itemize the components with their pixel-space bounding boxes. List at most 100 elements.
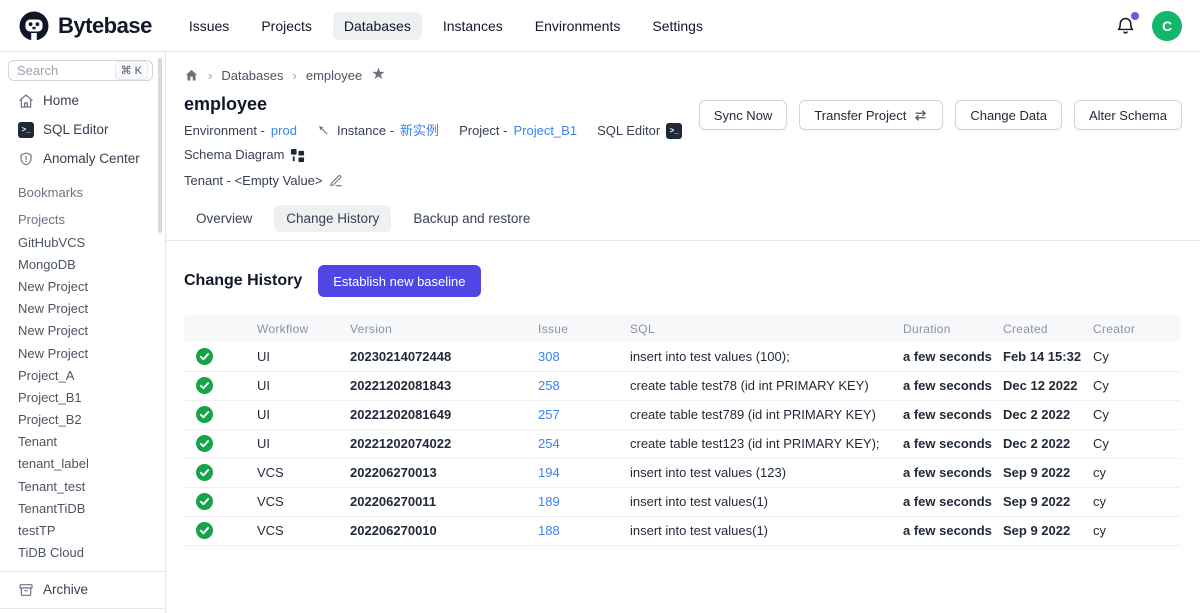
sidebar-item-archive[interactable]: Archive xyxy=(0,577,165,603)
database-meta-line-2: Tenant - <Empty Value> xyxy=(184,171,699,191)
created-cell: Dec 12 2022 xyxy=(1003,371,1093,400)
bookmark-star-icon[interactable]: ★ xyxy=(371,67,385,83)
issue-link[interactable]: 189 xyxy=(538,494,560,509)
sidebar-item-project-b1[interactable]: Project_B1 xyxy=(0,386,165,408)
history-row-20221202074022[interactable]: UI 20221202074022 254 create table test1… xyxy=(184,429,1180,458)
sidebar-item-tenant-label[interactable]: tenant_label xyxy=(0,453,165,475)
page-actions: Sync Now Transfer Project Change Data xyxy=(699,100,1182,130)
sidebar-item-mongodb[interactable]: MongoDB xyxy=(0,253,165,275)
projects-section-label: Projects xyxy=(0,212,165,227)
sidebar-item-anomaly-center[interactable]: Anomaly Center xyxy=(0,144,165,173)
tab-backup-and-restore[interactable]: Backup and restore xyxy=(401,205,542,232)
history-row-20230214072448[interactable]: UI 20230214072448 308 insert into test v… xyxy=(184,342,1180,371)
issue-link[interactable]: 194 xyxy=(538,465,560,480)
alter-schema-button[interactable]: Alter Schema xyxy=(1074,100,1182,130)
sidebar-item-tenanttidb[interactable]: TenantTiDB xyxy=(0,497,165,519)
creator-cell: Cy xyxy=(1093,371,1180,400)
notification-dot xyxy=(1131,12,1139,20)
issue-link[interactable]: 254 xyxy=(538,436,560,451)
sidebar-item-new-project[interactable]: New Project xyxy=(0,275,165,297)
top-nav-projects[interactable]: Projects xyxy=(250,12,323,40)
plan-label[interactable]: Enterprise Plan xyxy=(0,608,165,613)
top-bar: Bytebase Issues Projects Databases Insta… xyxy=(0,0,1200,52)
issue-link[interactable]: 258 xyxy=(538,378,560,393)
sql-cell: create table test789 (id int PRIMARY KEY… xyxy=(630,400,903,429)
top-nav-environments[interactable]: Environments xyxy=(524,12,632,40)
shield-icon xyxy=(18,151,34,167)
column-header-workflow: Workflow xyxy=(257,315,350,342)
workflow-cell: VCS xyxy=(257,458,350,487)
search-input[interactable] xyxy=(17,63,103,78)
user-avatar[interactable]: C xyxy=(1152,11,1182,41)
sidebar-item-tenant-test[interactable]: Tenant_test xyxy=(0,475,165,497)
history-row-202206270011[interactable]: VCS 202206270011 189 insert into test va… xyxy=(184,487,1180,516)
creator-cell: cy xyxy=(1093,516,1180,545)
sidebar-item-tidb-cloud[interactable]: TiDB Cloud xyxy=(0,542,165,564)
top-nav-instances[interactable]: Instances xyxy=(432,12,514,40)
environment-link[interactable]: prod xyxy=(271,121,297,141)
database-meta-line-1: Environment - prod Instance - 新实例 Projec… xyxy=(184,121,699,165)
brand-name: Bytebase xyxy=(58,13,152,39)
sql-editor-icon[interactable]: >_ xyxy=(666,123,682,139)
sidebar-item-tenant[interactable]: Tenant xyxy=(0,431,165,453)
bytebase-logo[interactable]: Bytebase xyxy=(18,10,152,42)
page-title: employee xyxy=(184,94,699,115)
sidebar-item-testtp[interactable]: testTP xyxy=(0,519,165,541)
home-icon xyxy=(18,93,34,109)
issue-link[interactable]: 257 xyxy=(538,407,560,422)
main-content: › Databases › employee ★ employee Enviro… xyxy=(166,52,1200,613)
tab-overview[interactable]: Overview xyxy=(184,205,264,232)
tab-change-history[interactable]: Change History xyxy=(274,205,391,232)
duration-cell: a few seconds xyxy=(903,429,1003,458)
workflow-cell: UI xyxy=(257,429,350,458)
terminal-icon: >_ xyxy=(18,122,34,138)
transfer-project-button[interactable]: Transfer Project xyxy=(799,100,943,130)
sidebar-item-new-project[interactable]: New Project xyxy=(0,320,165,342)
sidebar-item-new-project[interactable]: New Project xyxy=(0,298,165,320)
top-nav-issues[interactable]: Issues xyxy=(178,12,240,40)
workflow-cell: VCS xyxy=(257,487,350,516)
sync-now-button[interactable]: Sync Now xyxy=(699,100,788,130)
history-row-20221202081649[interactable]: UI 20221202081649 257 create table test7… xyxy=(184,400,1180,429)
created-cell: Feb 14 15:32 xyxy=(1003,342,1093,371)
version-cell: 20230214072448 xyxy=(350,342,538,371)
notifications-button[interactable] xyxy=(1115,15,1136,36)
home-breadcrumb-icon[interactable] xyxy=(184,68,199,83)
sql-cell: create table test123 (id int PRIMARY KEY… xyxy=(630,429,903,458)
sidebar-item-home[interactable]: Home xyxy=(0,86,165,115)
success-status-icon xyxy=(184,406,257,423)
bytebase-logo-icon xyxy=(18,10,50,42)
issue-link[interactable]: 308 xyxy=(538,349,560,364)
project-link[interactable]: Project_B1 xyxy=(513,121,577,141)
sql-cell: insert into test values (123) xyxy=(630,458,903,487)
success-status-icon xyxy=(184,377,257,394)
duration-cell: a few seconds xyxy=(903,400,1003,429)
sidebar-item-sql-editor[interactable]: >_ SQL Editor xyxy=(0,115,165,144)
establish-baseline-button[interactable]: Establish new baseline xyxy=(318,265,480,297)
status-column-header xyxy=(184,315,257,342)
sidebar-item-project-b2[interactable]: Project_B2 xyxy=(0,409,165,431)
breadcrumb-databases[interactable]: Databases xyxy=(221,68,283,83)
sidebar-item-project-a[interactable]: Project_A xyxy=(0,364,165,386)
issue-link[interactable]: 188 xyxy=(538,523,560,538)
sidebar-item-githubvcs[interactable]: GitHubVCS xyxy=(0,231,165,253)
change-data-button[interactable]: Change Data xyxy=(955,100,1062,130)
top-nav-databases[interactable]: Databases xyxy=(333,12,422,40)
history-row-20221202081843[interactable]: UI 20221202081843 258 create table test7… xyxy=(184,371,1180,400)
instance-link[interactable]: 新实例 xyxy=(400,121,439,141)
success-status-icon xyxy=(184,435,257,452)
creator-cell: cy xyxy=(1093,458,1180,487)
column-header-issue: Issue xyxy=(538,315,630,342)
sidebar-scrollbar[interactable] xyxy=(158,58,162,233)
top-nav-settings[interactable]: Settings xyxy=(641,12,714,40)
duration-cell: a few seconds xyxy=(903,487,1003,516)
edit-tenant-pencil-icon[interactable] xyxy=(329,174,343,188)
schema-diagram-icon[interactable] xyxy=(290,148,305,163)
search-box[interactable]: ⌘ K xyxy=(8,60,153,81)
version-cell: 20221202074022 xyxy=(350,429,538,458)
history-row-202206270010[interactable]: VCS 202206270010 188 insert into test va… xyxy=(184,516,1180,545)
sidebar-item-new-project[interactable]: New Project xyxy=(0,342,165,364)
history-row-202206270013[interactable]: VCS 202206270013 194 insert into test va… xyxy=(184,458,1180,487)
duration-cell: a few seconds xyxy=(903,342,1003,371)
success-status-icon xyxy=(184,348,257,365)
